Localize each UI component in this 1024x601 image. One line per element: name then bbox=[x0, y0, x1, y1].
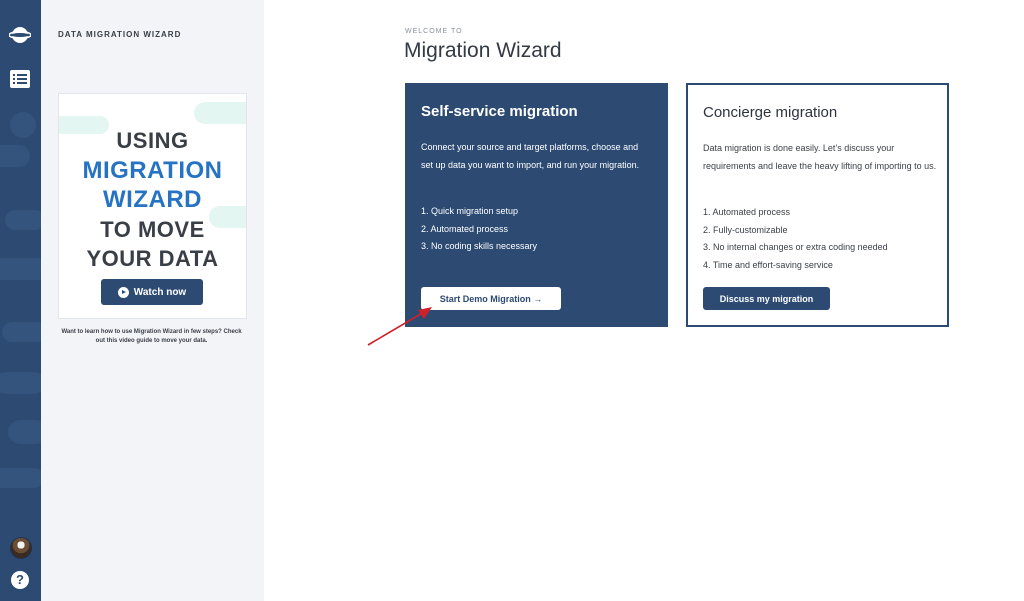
nav-rail: ? bbox=[0, 0, 41, 601]
page-title: Migration Wizard bbox=[404, 39, 562, 62]
list-item: 3. No internal changes or extra coding n… bbox=[703, 242, 888, 252]
concierge-card: Concierge migration Data migration is do… bbox=[686, 83, 949, 327]
list-item: 4. Time and effort-saving service bbox=[703, 259, 833, 270]
card-title: Self-service migration bbox=[421, 103, 578, 120]
video-line: TO MOVE bbox=[100, 216, 205, 242]
play-icon bbox=[117, 286, 129, 298]
card-description: Connect your source and target platforms… bbox=[421, 142, 640, 170]
annotation-arrow-icon bbox=[367, 307, 432, 346]
watch-now-button[interactable]: Watch now bbox=[101, 279, 203, 305]
welcome-label: WELCOME TO bbox=[405, 28, 463, 35]
planet-logo-icon[interactable] bbox=[9, 24, 31, 46]
feature-list: 1. Automated process 2. Fully-customizab… bbox=[703, 204, 888, 274]
video-line: USING bbox=[116, 128, 189, 153]
rail-decoration bbox=[8, 420, 41, 444]
video-caption: Want to learn how to use Migration Wizar… bbox=[61, 329, 242, 344]
sidebar: DATA MIGRATION WIZARD USING MIGRATION WI… bbox=[41, 0, 264, 601]
watch-now-label: Watch now bbox=[133, 286, 187, 298]
card-decoration bbox=[194, 102, 246, 124]
avatar[interactable] bbox=[10, 537, 32, 559]
help-icon[interactable]: ? bbox=[11, 571, 29, 589]
feature-list: 1. Quick migration setup 2. Automated pr… bbox=[421, 203, 537, 256]
list-item: 2. Automated process bbox=[421, 223, 509, 234]
list-item: 1. Quick migration setup bbox=[421, 206, 519, 216]
rail-decoration bbox=[5, 210, 41, 230]
rail-decoration bbox=[10, 112, 36, 138]
video-thumbnail[interactable]: USING MIGRATION WIZARD TO MOVE YOUR DATA… bbox=[58, 93, 247, 319]
rail-decoration bbox=[2, 322, 41, 342]
rail-decoration bbox=[0, 468, 41, 488]
video-line: WIZARD bbox=[103, 186, 202, 213]
list-item: 3. No coding skills necessary bbox=[421, 241, 538, 251]
sidebar-title: DATA MIGRATION WIZARD bbox=[58, 30, 182, 39]
rail-decoration bbox=[0, 258, 41, 280]
rail-decoration bbox=[0, 372, 41, 394]
video-line: MIGRATION bbox=[82, 156, 223, 184]
self-service-card: Self-service migration Connect your sour… bbox=[405, 83, 668, 327]
video-line: YOUR DATA bbox=[86, 246, 219, 271]
discuss-my-migration-button[interactable]: Discuss my migration bbox=[703, 287, 830, 310]
rail-decoration bbox=[0, 145, 30, 167]
list-item: 1. Automated process bbox=[703, 207, 791, 217]
list-icon[interactable] bbox=[10, 70, 30, 88]
card-title: Concierge migration bbox=[703, 104, 838, 121]
card-description: Data migration is done easily. Let’s dis… bbox=[703, 143, 937, 171]
list-item: 2. Fully-customizable bbox=[703, 224, 788, 235]
video-headline: USING MIGRATION WIZARD TO MOVE YOUR DATA bbox=[59, 126, 246, 274]
